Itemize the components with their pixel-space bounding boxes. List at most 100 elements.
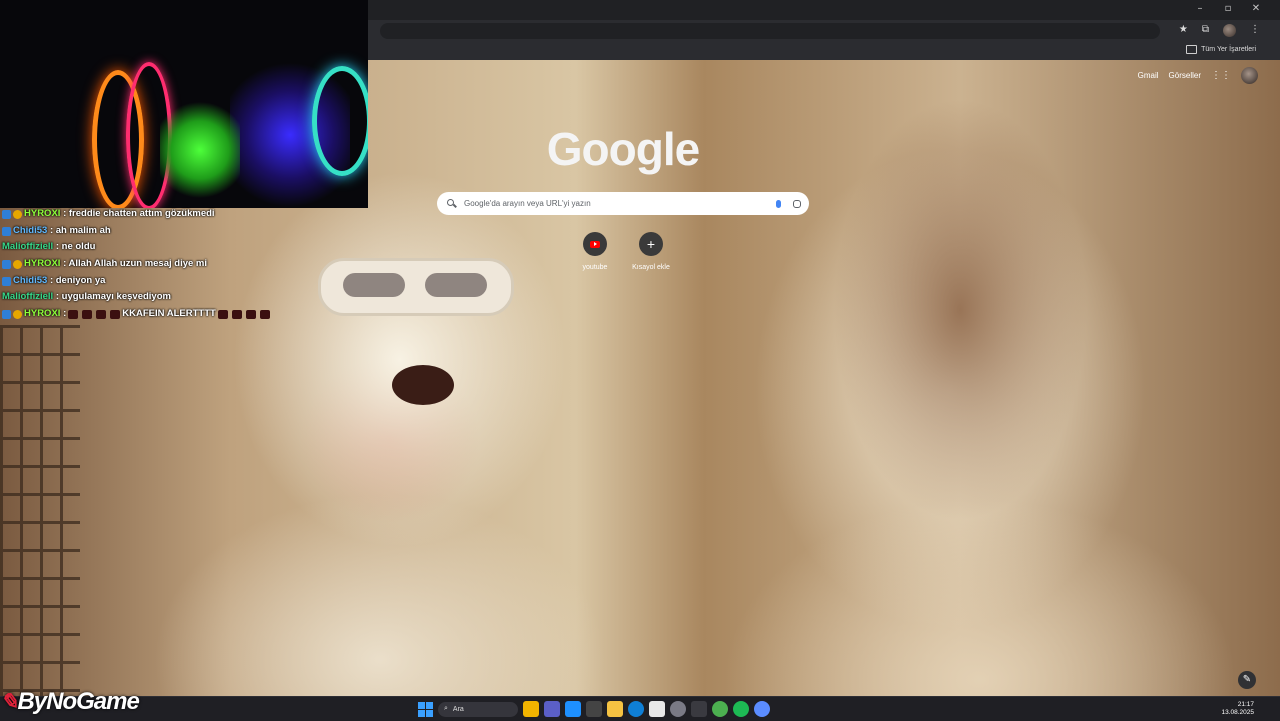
apps-grid-icon[interactable]: ⋮⋮ [1211, 70, 1231, 81]
chat-username: Chidi53 [13, 274, 48, 286]
profile-avatar[interactable] [1223, 24, 1236, 37]
coin-badge [13, 209, 22, 219]
youtube-icon [590, 240, 600, 248]
clock-date: 13.08.2025 [1221, 709, 1254, 716]
app-icon[interactable] [754, 701, 770, 717]
emote-icon [68, 309, 79, 319]
chat-text: : Allah Allah uzun mesaj diye mi [63, 258, 208, 270]
shortcut-add-tile: + [639, 232, 663, 256]
emote-icon [231, 309, 242, 319]
chat-message: Malioffiziell : uygulamayı keşvediyom [2, 289, 282, 306]
taskbar-apps: ⌕ Ara [418, 701, 770, 717]
extensions-icon[interactable]: ⧉ [1202, 24, 1209, 37]
search-box[interactable]: Google'da arayın veya URL'yi yazın [437, 192, 809, 215]
all-bookmarks-button[interactable]: Tüm Yer İşaretleri [1186, 45, 1256, 54]
background-lattice [0, 325, 80, 696]
webcam-green-glow [160, 100, 240, 200]
background-sunglasses [318, 258, 514, 316]
file-explorer-icon[interactable] [607, 701, 623, 717]
menu-icon[interactable]: ⋮ [1250, 24, 1260, 37]
chrome-icon[interactable] [712, 701, 728, 717]
plus-icon: + [646, 236, 656, 252]
taskbar-search[interactable]: ⌕ Ara [438, 701, 518, 717]
emote-icon [217, 309, 228, 319]
chat-username: Malioffiziell [2, 241, 54, 253]
address-bar[interactable] [380, 23, 1160, 39]
spotify-icon[interactable] [733, 701, 749, 717]
app-icon[interactable] [565, 701, 581, 717]
background-face [392, 365, 454, 405]
chat-message: HYROXI : KKAFEIN ALERTTTT [2, 306, 282, 323]
emote-icon [259, 309, 270, 319]
chat-text: : ne oldu [55, 241, 96, 253]
microphone-icon[interactable] [776, 199, 781, 208]
chrome-canary-icon[interactable] [523, 701, 539, 717]
emote-icon [245, 309, 256, 319]
chat-username: HYROXI [24, 308, 61, 320]
close-button[interactable]: ✕ [1250, 3, 1262, 14]
chat-username: HYROXI [24, 258, 61, 270]
start-icon[interactable] [418, 701, 433, 717]
search-input[interactable]: Google'da arayın veya URL'yi yazın [464, 199, 776, 208]
subscriber-badge [2, 259, 11, 269]
images-link[interactable]: Görseller [1169, 71, 1201, 80]
star-icon[interactable]: ★ [1179, 24, 1188, 37]
shortcut-label: youtube [582, 264, 608, 271]
subscriber-badge [2, 226, 11, 236]
coin-badge [13, 259, 22, 269]
chat-text: : uygulamayı keşvediyom [55, 291, 171, 303]
windows-taskbar: ⌕ Ara 21:17 13.08.2025 [0, 696, 1280, 721]
all-bookmarks-label: Tüm Yer İşaretleri [1201, 46, 1256, 53]
chat-message: Malioffiziell : ne oldu [2, 239, 282, 256]
chat-text: KKAFEIN ALERTTTT [122, 308, 216, 320]
webcam-overlay [0, 0, 368, 208]
chat-message: Chidi53 : deniyon ya [2, 273, 282, 290]
taskbar-clock[interactable]: 21:17 13.08.2025 [1221, 701, 1254, 717]
coin-badge [13, 309, 22, 319]
window-controls: – ▫ ✕ [1194, 3, 1262, 14]
chat-username: HYROXI [24, 208, 61, 219]
toolbar-icons: ★ ⧉ ⋮ [1179, 24, 1260, 37]
chat-message: HYROXI : Allah Allah uzun mesaj diye mi [2, 256, 282, 273]
app-icon[interactable] [586, 701, 602, 717]
shortcut-youtube[interactable]: youtube [570, 232, 620, 271]
brand-name: ByNoGame [17, 688, 139, 715]
subscriber-badge [2, 309, 11, 319]
search-icon [447, 199, 456, 208]
emote-icon [96, 309, 107, 319]
chat-text: : deniyon ya [49, 274, 106, 286]
settings-icon[interactable] [670, 701, 686, 717]
app-icon[interactable] [544, 701, 560, 717]
chat-message: Chidi53 : ah malim ah [2, 223, 282, 240]
edge-icon[interactable] [628, 701, 644, 717]
minimize-button[interactable]: – [1194, 3, 1206, 14]
maximize-button[interactable]: ▫ [1222, 3, 1234, 14]
webcam-fan-ring-cyan [312, 66, 368, 176]
ntp-top-links: Gmail Görseller ⋮⋮ [1138, 67, 1258, 84]
chat-overlay: HYROXI : freddie chatten attım gözükmedi… [2, 206, 282, 323]
lens-icon[interactable] [793, 199, 801, 208]
gmail-link[interactable]: Gmail [1138, 71, 1159, 80]
taskbar-search-label: Ara [452, 705, 464, 713]
folder-icon [1186, 45, 1198, 54]
emote-icon [110, 309, 121, 319]
chat-text: : freddie chatten attım gözükmedi [63, 208, 215, 219]
chat-username: Malioffiziell [2, 291, 54, 303]
brand-mark-icon: ✎ [0, 689, 18, 714]
chat-message: HYROXI : freddie chatten attım gözükmedi [2, 206, 282, 223]
account-avatar[interactable] [1241, 67, 1258, 84]
stream-brand-logo: ✎ByNoGame [0, 688, 140, 716]
subscriber-badge [2, 209, 11, 219]
chat-text: : ah malim ah [49, 224, 111, 236]
search-icon: ⌕ [444, 705, 448, 712]
store-icon[interactable] [649, 701, 665, 717]
chat-username: Chidi53 [13, 224, 48, 236]
customize-button[interactable]: ✎ [1238, 671, 1256, 689]
shortcut-youtube-tile [583, 232, 607, 256]
shortcut-add[interactable]: + Kısayol ekle [626, 232, 676, 271]
shortcut-label: Kısayol ekle [632, 264, 670, 271]
clock-time: 21:17 [1237, 701, 1254, 708]
chat-text-prefix: : [63, 308, 67, 320]
emote-icon [82, 309, 93, 319]
app-icon[interactable] [691, 701, 707, 717]
